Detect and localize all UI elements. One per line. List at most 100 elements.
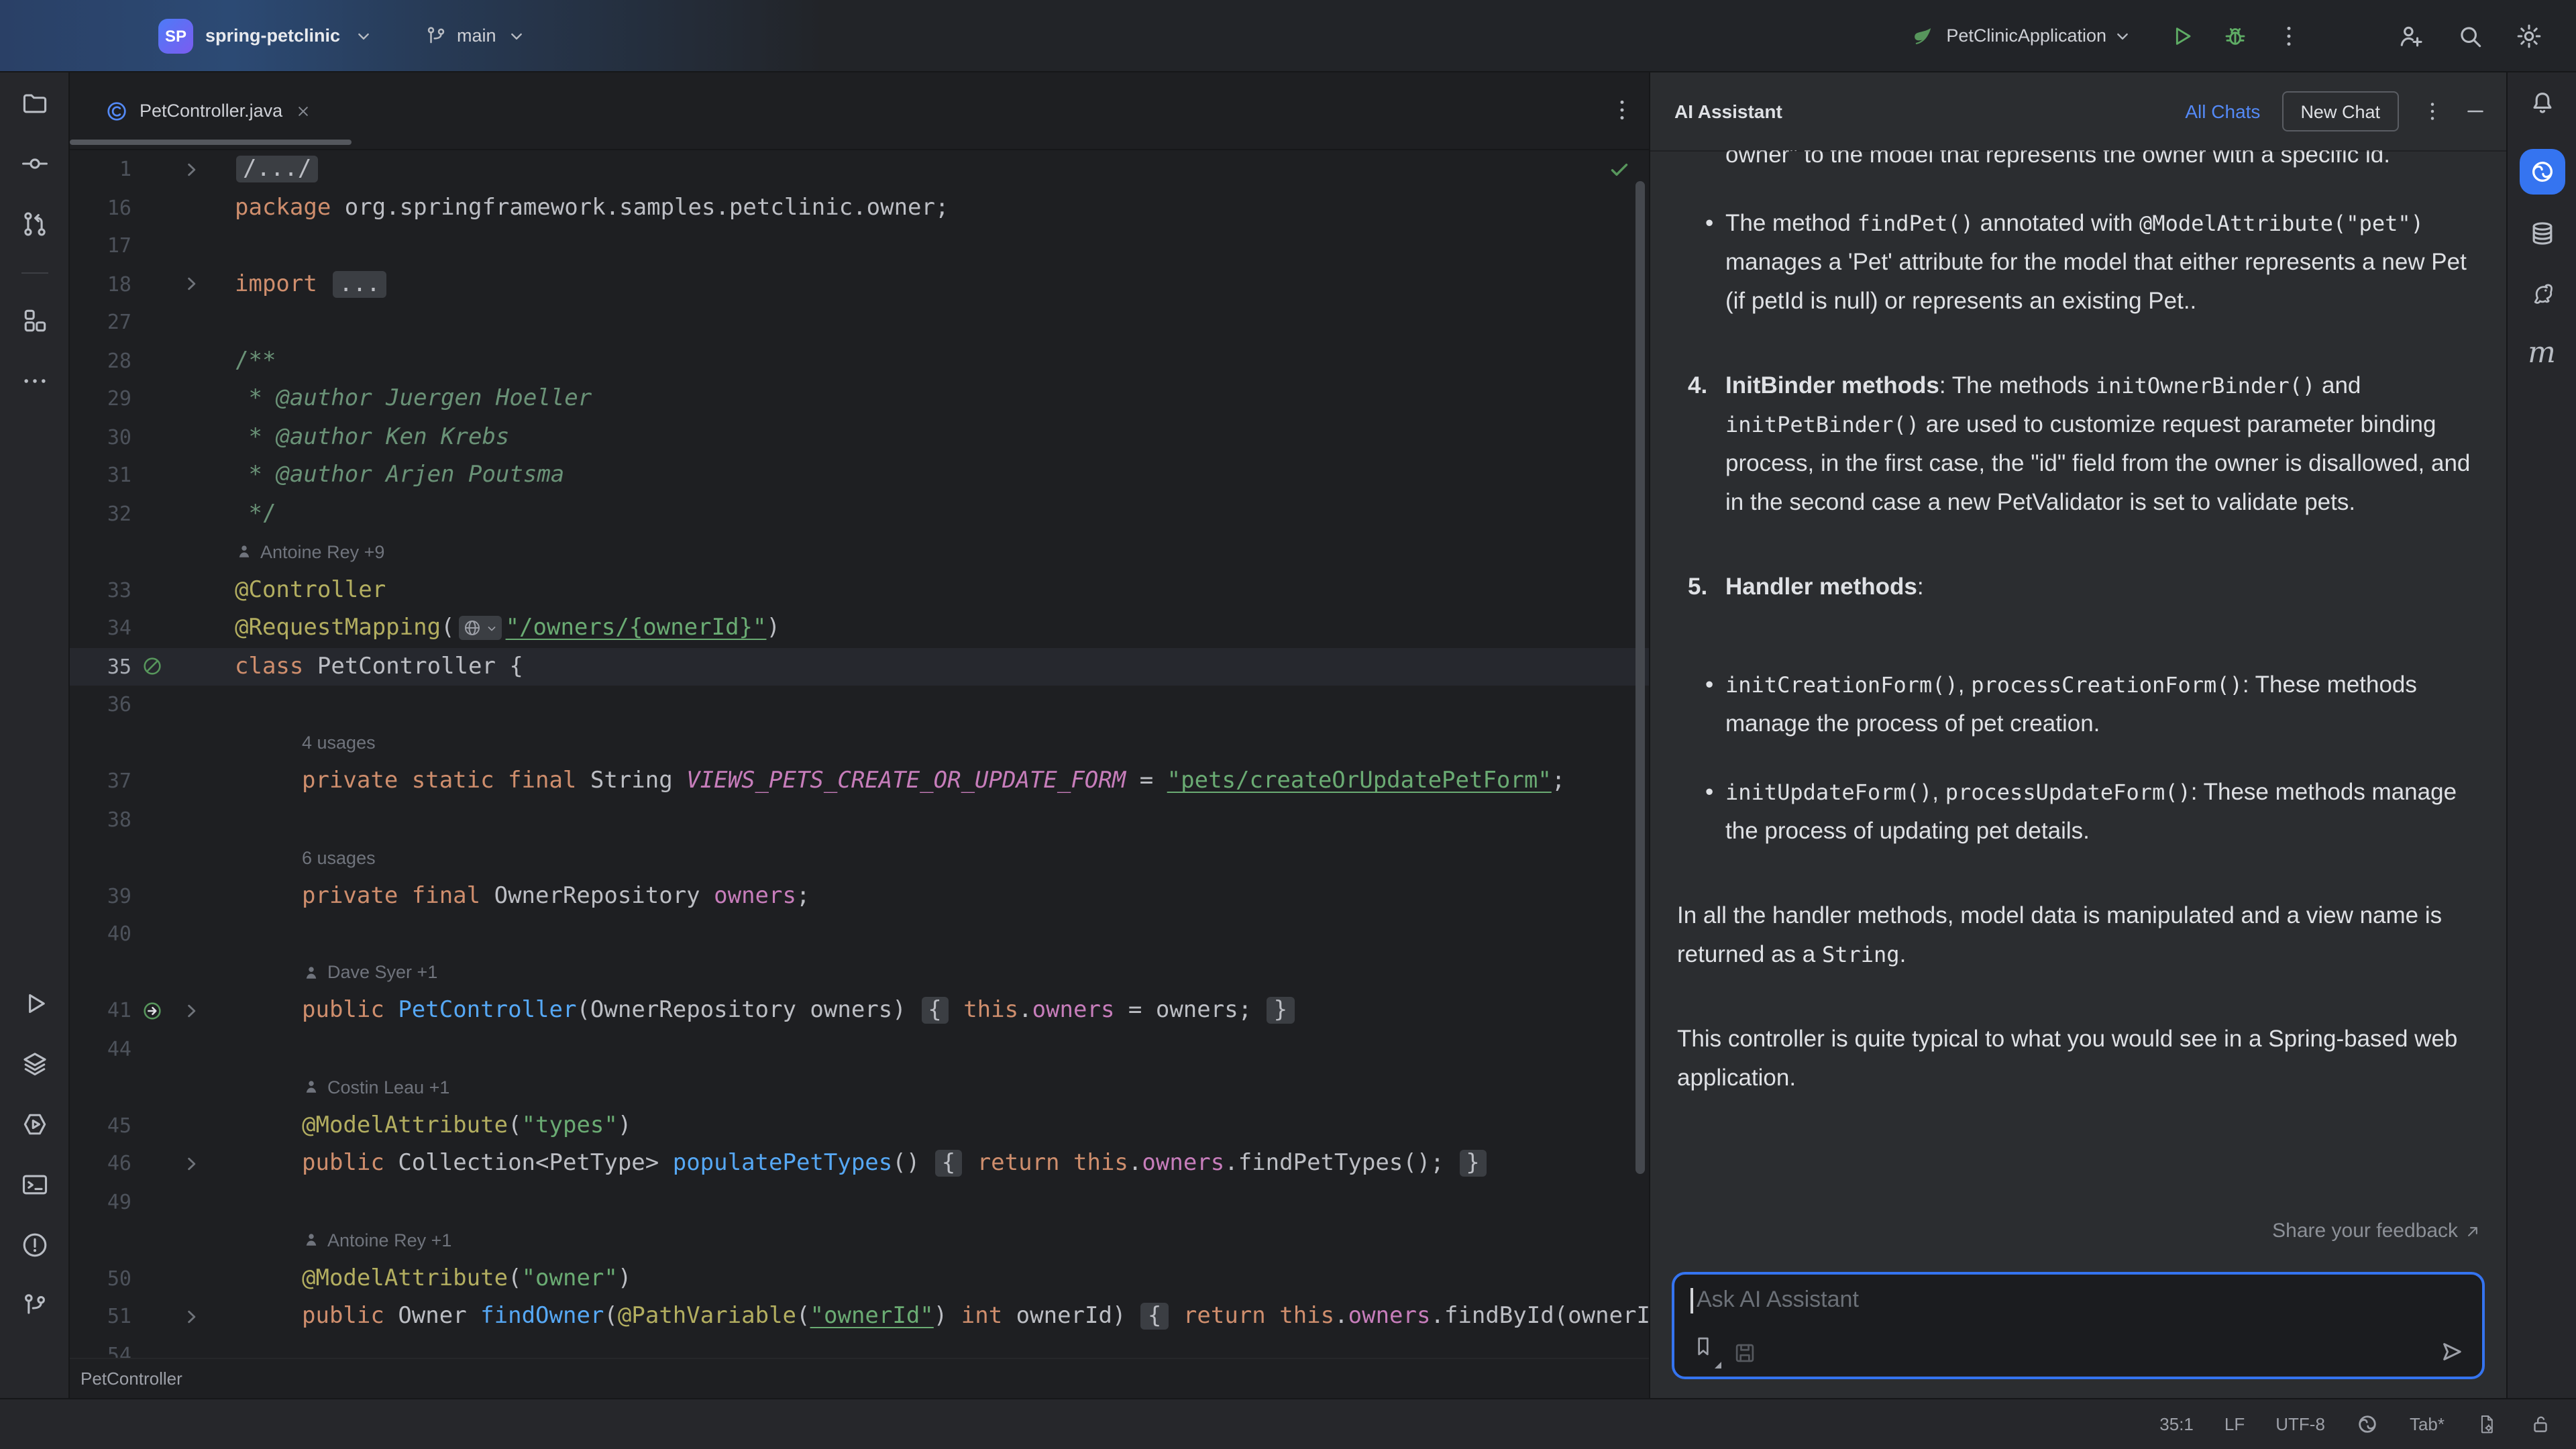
fold-chevron-icon[interactable] [179,1305,202,1328]
services-icon[interactable] [19,1049,49,1079]
chevron-down-icon[interactable] [2112,25,2133,46]
pull-requests-icon[interactable] [19,209,49,239]
prompt-library-icon[interactable] [1690,1334,1716,1359]
settings-gear-icon[interactable] [2514,21,2544,50]
code-line[interactable]: 40 [70,915,1649,953]
notifications-bell-icon[interactable] [2527,89,2557,118]
code-line[interactable]: 32 */ [70,494,1649,533]
add-user-icon[interactable] [2396,21,2426,50]
inlay-hint[interactable]: 4 usages [302,733,376,753]
save-prompt-icon[interactable] [1732,1340,1758,1366]
code-line[interactable]: 49 [70,1183,1649,1221]
endpoints-icon[interactable] [19,1110,49,1139]
code-line[interactable]: 17 [70,227,1649,265]
code-line[interactable]: 45 @ModelAttribute("types") [70,1106,1649,1144]
new-chat-button[interactable]: New Chat [2282,91,2399,131]
run-icon[interactable] [2168,22,2195,49]
indent-style[interactable]: Tab* [2410,1414,2445,1434]
maven-icon[interactable]: m [2528,339,2556,369]
share-feedback-link[interactable]: Share your feedback [2272,1220,2482,1242]
breadcrumb-item[interactable]: PetController [80,1368,182,1389]
inlay-hint[interactable]: 6 usages [302,848,376,868]
inlay-hint[interactable]: Dave Syer +1 [302,963,437,983]
chevron-down-icon[interactable] [352,25,374,46]
code-line[interactable]: 35 class PetController { [70,647,1649,686]
more-vertical-icon[interactable] [2275,22,2302,49]
editor-options-icon[interactable] [1609,97,1635,123]
inspections-ok-icon[interactable] [1607,157,1631,181]
project-avatar[interactable]: SP [158,18,193,53]
code-style-file-icon[interactable] [2475,1413,2498,1436]
inlay-hint[interactable]: Costin Leau +1 [302,1077,449,1097]
code-line[interactable]: 29 * @author Juergen Hoeller [70,380,1649,418]
unlock-icon[interactable] [2529,1413,2552,1436]
inlay-hint-row[interactable]: Dave Syer +1 [70,953,1649,991]
fold-chevron-icon[interactable] [179,273,202,296]
code-line[interactable]: 36 [70,686,1649,724]
project-name[interactable]: spring-petclinic [205,25,340,46]
code-line[interactable]: 30 * @author Ken Krebs [70,418,1649,456]
code-line[interactable]: 39 private final OwnerRepository owners; [70,877,1649,915]
send-icon[interactable] [2438,1338,2466,1366]
commit-icon[interactable] [19,149,49,178]
inlay-hint-row[interactable]: Costin Leau +1 [70,1068,1649,1106]
code-line[interactable]: 41 public PetController (OwnerRepository o… [70,991,1649,1030]
ai-status-icon[interactable] [2356,1413,2379,1436]
gradle-icon[interactable] [2527,279,2557,309]
tab-petcontroller[interactable]: PetController.java [70,72,331,149]
code-line[interactable]: 1/.../ [70,150,1649,189]
terminal-icon[interactable] [19,1170,49,1199]
code-line[interactable]: 18 import ... [70,265,1649,303]
branch-widget[interactable]: main [423,23,527,48]
inlay-hint[interactable]: Antoine Rey +9 [235,542,384,562]
code-line[interactable]: 37 private static final String VIEWS_PETS… [70,762,1649,800]
editor-scrollbar[interactable] [1635,181,1645,1174]
inlay-hint[interactable]: Antoine Rey +1 [302,1230,451,1250]
ai-prompt-input[interactable]: Ask AI Assistant [1672,1272,2485,1379]
database-icon[interactable] [2527,219,2557,248]
fold-chevron-icon[interactable] [179,1152,202,1175]
problems-icon[interactable] [19,1230,49,1260]
version-control-icon[interactable] [19,1291,49,1320]
file-encoding[interactable]: UTF-8 [2275,1414,2325,1434]
caret-position[interactable]: 35:1 [2159,1414,2194,1434]
structure-icon[interactable] [19,306,49,335]
ai-assistant-tool-button[interactable] [2519,149,2565,195]
chat-transcript[interactable]: owner" to the model that represents the … [1650,150,2506,1398]
more-tools-icon[interactable] [19,366,49,396]
fold-chevron-icon[interactable] [179,158,202,181]
run-configuration[interactable]: PetClinicApplication [1946,25,2106,46]
more-vertical-icon[interactable] [2420,99,2445,123]
code-line[interactable]: 50 @ModelAttribute("owner") [70,1259,1649,1297]
code-line[interactable]: 46 public Collection<PetType> populatePet… [70,1144,1649,1183]
inlay-hint-row[interactable]: 6 usages [70,839,1649,877]
close-icon[interactable] [293,101,312,120]
code-line[interactable]: 54 [70,1336,1649,1358]
all-chats-link[interactable]: All Chats [2185,101,2260,122]
search-icon[interactable] [2455,21,2485,50]
code-line[interactable]: 38 [70,800,1649,839]
spring-navigate-icon[interactable] [141,1000,164,1022]
tab-scrollbar[interactable] [70,140,352,145]
code-line[interactable]: 28/** [70,341,1649,380]
code-line[interactable]: 44 [70,1030,1649,1068]
line-separator[interactable]: LF [2224,1414,2245,1434]
code-editor[interactable]: 1/.../16 package org.springframework.samp… [70,150,1649,1358]
run-tool-icon[interactable] [19,989,49,1018]
spring-bean-icon[interactable] [141,655,164,678]
code-line[interactable]: 51 public Owner findOwner(@PathVariable("… [70,1297,1649,1336]
code-line[interactable]: 16 package org.springframework.samples.pe… [70,189,1649,227]
url-mapping-widget[interactable] [458,616,502,641]
inlay-hint-row[interactable]: 4 usages [70,724,1649,762]
code-line[interactable]: 33 @Controller [70,571,1649,609]
inlay-hint-row[interactable]: Antoine Rey +1 [70,1221,1649,1259]
code-line[interactable]: 31 * @author Arjen Poutsma [70,456,1649,494]
code-line[interactable]: 27 [70,303,1649,341]
breadcrumb[interactable]: PetController [70,1358,1649,1398]
project-folder-icon[interactable] [19,89,49,118]
debug-icon[interactable] [2222,22,2249,49]
code-line[interactable]: 34 @RequestMapping("/owners/{ownerId}") [70,609,1649,647]
hide-panel-icon[interactable] [2463,99,2487,123]
inlay-hint-row[interactable]: Antoine Rey +9 [70,533,1649,571]
fold-chevron-icon[interactable] [179,1000,202,1022]
